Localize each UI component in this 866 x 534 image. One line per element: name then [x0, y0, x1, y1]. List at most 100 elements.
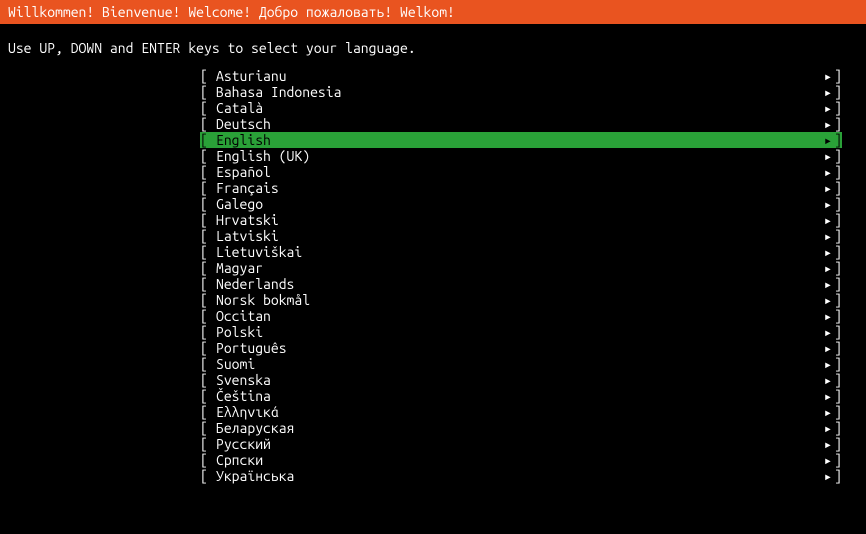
chevron-right-icon: ▸: [824, 164, 832, 180]
bracket-open: [: [200, 372, 216, 388]
language-name: Magyar: [216, 260, 824, 276]
header-title: Willkommen! Bienvenue! Welcome! Добро по…: [8, 4, 455, 20]
bracket-close: ]: [834, 164, 842, 180]
bracket-close: ]: [834, 212, 842, 228]
language-name: Español: [216, 164, 824, 180]
bracket-close: ]: [834, 260, 842, 276]
chevron-right-icon: ▸: [824, 372, 832, 388]
bracket-close: ]: [834, 116, 842, 132]
bracket-open: [: [200, 276, 216, 292]
bracket-close: ]: [834, 244, 842, 260]
bracket-close: ]: [834, 180, 842, 196]
language-item[interactable]: [Deutsch▸]: [200, 116, 842, 132]
bracket-open: [: [200, 84, 216, 100]
language-item[interactable]: [Lietuviškai▸]: [200, 244, 842, 260]
language-item[interactable]: [Magyar▸]: [200, 260, 842, 276]
language-name: Latviski: [216, 228, 824, 244]
language-name: Беларуская: [216, 420, 824, 436]
language-item[interactable]: [Čeština▸]: [200, 388, 842, 404]
chevron-right-icon: ▸: [824, 260, 832, 276]
bracket-close: ]: [834, 340, 842, 356]
bracket-open: [: [200, 196, 216, 212]
language-item[interactable]: [Polski▸]: [200, 324, 842, 340]
bracket-open: [: [200, 244, 216, 260]
language-item[interactable]: [Ελληνικά▸]: [200, 404, 842, 420]
bracket-close: ]: [834, 228, 842, 244]
bracket-close: ]: [834, 420, 842, 436]
chevron-right-icon: ▸: [824, 292, 832, 308]
bracket-open: [: [200, 420, 216, 436]
bracket-close: ]: [834, 308, 842, 324]
language-name: Asturianu: [216, 68, 824, 84]
language-item[interactable]: [Français▸]: [200, 180, 842, 196]
language-item[interactable]: [Suomi▸]: [200, 356, 842, 372]
bracket-open: [: [200, 356, 216, 372]
bracket-open: [: [200, 148, 216, 164]
bracket-close: ]: [834, 196, 842, 212]
chevron-right-icon: ▸: [824, 436, 832, 452]
language-name: Occitan: [216, 308, 824, 324]
bracket-open: [: [200, 308, 216, 324]
chevron-right-icon: ▸: [824, 452, 832, 468]
language-name: Svenska: [216, 372, 824, 388]
bracket-open: [: [200, 180, 216, 196]
instruction-text: Use UP, DOWN and ENTER keys to select yo…: [0, 24, 866, 68]
bracket-open: [: [200, 260, 216, 276]
language-item[interactable]: [Беларуская▸]: [200, 420, 842, 436]
bracket-close: ]: [834, 468, 842, 484]
bracket-close: ]: [834, 436, 842, 452]
language-name: Bahasa Indonesia: [216, 84, 824, 100]
language-item[interactable]: [Galego▸]: [200, 196, 842, 212]
bracket-close: ]: [834, 372, 842, 388]
bracket-open: [: [200, 404, 216, 420]
language-item[interactable]: [Српски▸]: [200, 452, 842, 468]
chevron-right-icon: ▸: [824, 116, 832, 132]
chevron-right-icon: ▸: [824, 324, 832, 340]
bracket-open: [: [200, 324, 216, 340]
chevron-right-icon: ▸: [824, 356, 832, 372]
language-item[interactable]: [Русский▸]: [200, 436, 842, 452]
language-item[interactable]: [Español▸]: [200, 164, 842, 180]
bracket-close: ]: [834, 84, 842, 100]
language-name: Українська: [216, 468, 824, 484]
language-item[interactable]: [Українська▸]: [200, 468, 842, 484]
bracket-close: ]: [834, 452, 842, 468]
language-item[interactable]: [Norsk bokmål▸]: [200, 292, 842, 308]
bracket-open: [: [200, 100, 216, 116]
chevron-right-icon: ▸: [824, 212, 832, 228]
language-item[interactable]: [Latviski▸]: [200, 228, 842, 244]
chevron-right-icon: ▸: [824, 308, 832, 324]
language-item[interactable]: [English (UK)▸]: [200, 148, 842, 164]
chevron-right-icon: ▸: [824, 68, 832, 84]
language-name: Čeština: [216, 388, 824, 404]
bracket-open: [: [200, 132, 216, 148]
chevron-right-icon: ▸: [824, 420, 832, 436]
language-item[interactable]: [Hrvatski▸]: [200, 212, 842, 228]
chevron-right-icon: ▸: [824, 276, 832, 292]
chevron-right-icon: ▸: [824, 100, 832, 116]
language-item[interactable]: [Català▸]: [200, 100, 842, 116]
language-name: Ελληνικά: [216, 404, 824, 420]
language-name: Русский: [216, 436, 824, 452]
language-list[interactable]: [Asturianu▸][Bahasa Indonesia▸][Català▸]…: [200, 68, 842, 484]
chevron-right-icon: ▸: [824, 404, 832, 420]
language-item[interactable]: [Asturianu▸]: [200, 68, 842, 84]
language-name: Português: [216, 340, 824, 356]
language-item[interactable]: [Bahasa Indonesia▸]: [200, 84, 842, 100]
language-name: Deutsch: [216, 116, 824, 132]
bracket-open: [: [200, 340, 216, 356]
bracket-close: ]: [834, 68, 842, 84]
chevron-right-icon: ▸: [824, 84, 832, 100]
language-name: Norsk bokmål: [216, 292, 824, 308]
language-item[interactable]: [Português▸]: [200, 340, 842, 356]
language-name: Français: [216, 180, 824, 196]
language-name: Polski: [216, 324, 824, 340]
bracket-close: ]: [834, 356, 842, 372]
language-item[interactable]: [Occitan▸]: [200, 308, 842, 324]
bracket-open: [: [200, 116, 216, 132]
chevron-right-icon: ▸: [824, 132, 832, 148]
language-item[interactable]: [English▸]: [200, 132, 842, 148]
chevron-right-icon: ▸: [824, 180, 832, 196]
language-item[interactable]: [Svenska▸]: [200, 372, 842, 388]
language-item[interactable]: [Nederlands▸]: [200, 276, 842, 292]
